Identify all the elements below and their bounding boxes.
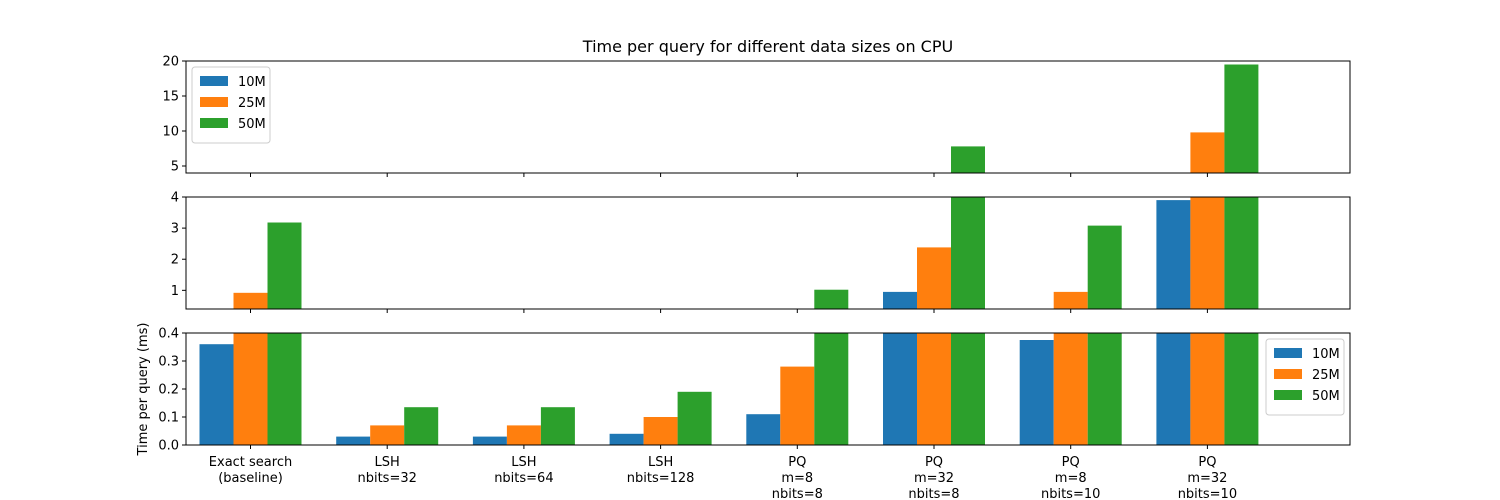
legend-swatch-10M xyxy=(1274,348,1302,358)
bar-10M-2 xyxy=(472,436,507,445)
panel-2: 1 2 3 4 xyxy=(171,191,1351,313)
y-axis-label: Time per query (ms) xyxy=(136,323,151,457)
y-tick-label: 20 xyxy=(162,55,179,70)
bar-50M-7 xyxy=(1224,333,1259,445)
bar-25M-7 xyxy=(1190,333,1225,445)
bar-50M-5 xyxy=(951,146,985,173)
bar-50M-6 xyxy=(1087,333,1122,445)
x-tick-label: (baseline) xyxy=(218,471,283,486)
bar-25M-3 xyxy=(643,417,678,445)
x-tick-label: nbits=128 xyxy=(627,471,695,486)
legend-swatch-50M xyxy=(200,118,228,128)
x-tick-label: nbits=8 xyxy=(772,487,823,500)
y-tick-label: 0.1 xyxy=(158,411,179,426)
x-tick-label: nbits=10 xyxy=(1041,487,1100,500)
x-tick-label: Exact search xyxy=(209,455,292,470)
y-tick-label: 0.4 xyxy=(158,327,179,342)
axes-frame xyxy=(185,60,1351,174)
bar-10M-6 xyxy=(1019,340,1054,445)
bar-10M-7 xyxy=(1156,200,1191,309)
bar-50M-4 xyxy=(814,333,849,445)
x-tick-label: nbits=64 xyxy=(494,471,553,486)
bar-50M-5 xyxy=(951,333,985,445)
bar-50M-3 xyxy=(677,391,712,445)
bar-25M-7 xyxy=(1190,132,1225,173)
x-tick-label: LSH xyxy=(511,455,536,470)
bar-25M-0 xyxy=(233,292,268,309)
bar-10M-0 xyxy=(199,344,234,445)
bars-panel-1 xyxy=(951,64,1259,173)
bars-panel-2 xyxy=(233,197,1259,309)
y-tick-label: 15 xyxy=(162,90,179,105)
legend-swatch-50M xyxy=(1274,390,1302,400)
bar-10M-3 xyxy=(609,433,644,445)
bar-25M-1 xyxy=(370,425,405,445)
legend-label-50M: 50M xyxy=(238,117,266,132)
legend-swatch-10M xyxy=(200,76,228,86)
bar-50M-0 xyxy=(267,222,302,309)
bar-10M-5 xyxy=(883,333,917,445)
bar-10M-4 xyxy=(746,414,781,445)
x-tick-label: m=32 xyxy=(1187,471,1227,486)
bar-25M-5 xyxy=(917,333,951,445)
bar-50M-7 xyxy=(1224,64,1259,173)
y-tick-label: 0.2 xyxy=(158,383,179,398)
panel-1: 5 10 15 20 10M 25M 50M xyxy=(162,55,1351,177)
y-tick-label: 0.0 xyxy=(158,439,179,454)
x-tick-label: m=8 xyxy=(1055,471,1087,486)
bar-25M-5 xyxy=(917,247,951,309)
chart-panels: 5 10 15 20 10M 25M 50M 1 2 3 4 0.0 0.1 0.2 0.3 0.4 Exact… xyxy=(158,55,1351,500)
x-tick-label: nbits=8 xyxy=(908,487,959,500)
y-tick-label: 0.3 xyxy=(158,355,179,370)
bar-50M-7 xyxy=(1224,197,1259,309)
y-tick-label: 10 xyxy=(162,125,179,140)
bar-25M-0 xyxy=(233,333,268,445)
legend: 10M 25M 50M xyxy=(191,66,271,144)
bar-25M-4 xyxy=(780,366,815,445)
bar-25M-7 xyxy=(1190,197,1225,309)
panel-3: 0.0 0.1 0.2 0.3 0.4 Exact search(baseline) LSH… xyxy=(158,327,1351,500)
x-tick-label: nbits=10 xyxy=(1178,487,1237,500)
legend-label-25M: 25M xyxy=(1312,368,1340,383)
x-tick-label: PQ xyxy=(788,455,806,470)
bar-50M-2 xyxy=(540,407,575,445)
x-tick-label: nbits=32 xyxy=(357,471,416,486)
chart: Time per query for different data sizes … xyxy=(136,37,1351,500)
bar-50M-5 xyxy=(951,197,985,309)
bar-25M-6 xyxy=(1053,333,1088,445)
bar-25M-6 xyxy=(1053,291,1088,309)
chart-title: Time per query for different data sizes … xyxy=(582,37,953,56)
x-tick-label: PQ xyxy=(925,455,943,470)
bar-10M-5 xyxy=(883,291,917,309)
bar-50M-4 xyxy=(814,289,849,309)
y-tick-label: 1 xyxy=(171,284,179,299)
x-tick-label: m=8 xyxy=(781,471,813,486)
bar-50M-1 xyxy=(404,407,439,445)
x-tick-label: LSH xyxy=(648,455,673,470)
bars-panel-3 xyxy=(199,333,1259,445)
bar-50M-0 xyxy=(267,333,302,445)
bar-50M-6 xyxy=(1087,225,1122,309)
x-tick-label: m=32 xyxy=(914,471,954,486)
x-tick-label: PQ xyxy=(1198,455,1216,470)
legend-label-50M: 50M xyxy=(1312,389,1340,404)
legend-swatch-25M xyxy=(200,97,228,107)
bar-25M-2 xyxy=(506,425,541,445)
x-tick-label: LSH xyxy=(375,455,400,470)
y-tick-label: 3 xyxy=(171,222,179,237)
legend-label-10M: 10M xyxy=(238,75,266,90)
legend: 10M 25M 50M xyxy=(1265,338,1345,416)
y-tick-label: 4 xyxy=(171,191,179,206)
legend-label-10M: 10M xyxy=(1312,347,1340,362)
bar-10M-1 xyxy=(336,436,371,445)
bar-10M-7 xyxy=(1156,333,1191,445)
y-tick-label: 2 xyxy=(171,253,179,268)
legend-swatch-25M xyxy=(1274,369,1302,379)
x-tick-label: PQ xyxy=(1062,455,1080,470)
legend-label-25M: 25M xyxy=(238,96,266,111)
y-tick-label: 5 xyxy=(171,160,179,175)
